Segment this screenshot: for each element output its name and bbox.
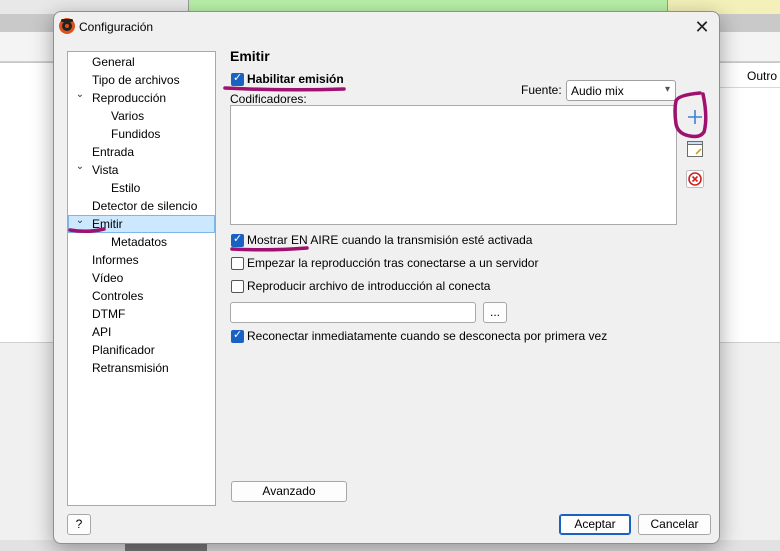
help-button[interactable]: ? xyxy=(67,514,91,535)
settings-dialog: Configuración ✕ General Tipo de archivos… xyxy=(53,11,720,544)
tree-item-input[interactable]: Entrada xyxy=(92,143,134,161)
encoders-label: Codificadores: xyxy=(230,92,307,106)
chevron-down-icon: ▾ xyxy=(664,84,670,95)
tree-item-view[interactable]: Vista xyxy=(92,161,118,179)
cancel-button[interactable]: Cancelar xyxy=(638,514,711,535)
tree-item-style[interactable]: Estilo xyxy=(111,179,140,197)
settings-tree: General Tipo de archivos ⌄ Reproducción … xyxy=(67,51,216,506)
start-playback-label[interactable]: Empezar la reproducción tras conectarse … xyxy=(247,256,538,270)
tree-item-silence-detector[interactable]: Detector de silencio xyxy=(92,197,197,215)
tree-selection-highlight xyxy=(68,215,215,233)
tree-item-scheduler[interactable]: Planificador xyxy=(92,341,155,359)
intro-file-checkbox[interactable] xyxy=(231,280,244,293)
tree-item-dtmf[interactable]: DTMF xyxy=(92,305,125,323)
intro-file-path-input[interactable] xyxy=(230,302,476,323)
reconnect-checkbox[interactable] xyxy=(231,328,244,343)
background-column-header[interactable]: Outro xyxy=(718,66,780,88)
chevron-down-icon[interactable]: ⌄ xyxy=(75,215,85,233)
plus-icon xyxy=(688,110,702,124)
source-select-value: Audio mix xyxy=(571,84,624,98)
remove-icon xyxy=(686,170,704,188)
app-logo-icon xyxy=(59,18,75,34)
edit-encoder-button[interactable] xyxy=(685,139,705,159)
dialog-title: Configuración xyxy=(79,20,154,34)
dialog-titlebar[interactable]: Configuración ✕ xyxy=(54,12,719,42)
tree-item-controls[interactable]: Controles xyxy=(92,287,143,305)
tree-item-video[interactable]: Vídeo xyxy=(92,269,123,287)
tree-item-reports[interactable]: Informes xyxy=(92,251,139,269)
close-icon[interactable]: ✕ xyxy=(691,16,713,38)
tree-item-playback[interactable]: Reproducción xyxy=(92,89,166,107)
chevron-down-icon[interactable]: ⌄ xyxy=(75,161,85,179)
tree-item-fades[interactable]: Fundidos xyxy=(111,125,160,143)
tree-item-broadcast[interactable]: Emitir xyxy=(92,215,123,233)
encoders-list[interactable] xyxy=(230,105,677,225)
enable-broadcast-checkbox[interactable] xyxy=(231,71,244,86)
source-label: Fuente: xyxy=(521,83,562,97)
tree-item-file-types[interactable]: Tipo de archivos xyxy=(92,71,180,89)
tree-item-metadata[interactable]: Metadatos xyxy=(111,233,167,251)
chevron-down-icon[interactable]: ⌄ xyxy=(75,89,85,107)
add-encoder-button[interactable] xyxy=(685,107,705,127)
browse-button[interactable]: ... xyxy=(483,302,507,323)
panel-title: Emitir xyxy=(230,48,270,64)
show-on-air-checkbox[interactable] xyxy=(231,232,244,247)
tree-item-misc[interactable]: Varios xyxy=(111,107,144,125)
enable-broadcast-label[interactable]: Habilitar emisión xyxy=(247,72,344,86)
show-on-air-label[interactable]: Mostrar EN AIRE cuando la transmisión es… xyxy=(247,233,532,247)
tree-item-general[interactable]: General xyxy=(92,53,135,71)
reconnect-label[interactable]: Reconectar inmediatamente cuando se desc… xyxy=(247,329,607,343)
tree-item-relay[interactable]: Retransmisión xyxy=(92,359,169,377)
source-select[interactable]: Audio mix ▾ xyxy=(566,80,676,101)
intro-file-label[interactable]: Reproducir archivo de introducción al co… xyxy=(247,279,490,293)
start-playback-checkbox[interactable] xyxy=(231,257,244,270)
ok-button[interactable]: Aceptar xyxy=(559,514,631,535)
advanced-button[interactable]: Avanzado xyxy=(231,481,347,502)
tree-item-api[interactable]: API xyxy=(92,323,111,341)
remove-encoder-button[interactable] xyxy=(685,169,705,189)
edit-icon xyxy=(687,141,703,157)
